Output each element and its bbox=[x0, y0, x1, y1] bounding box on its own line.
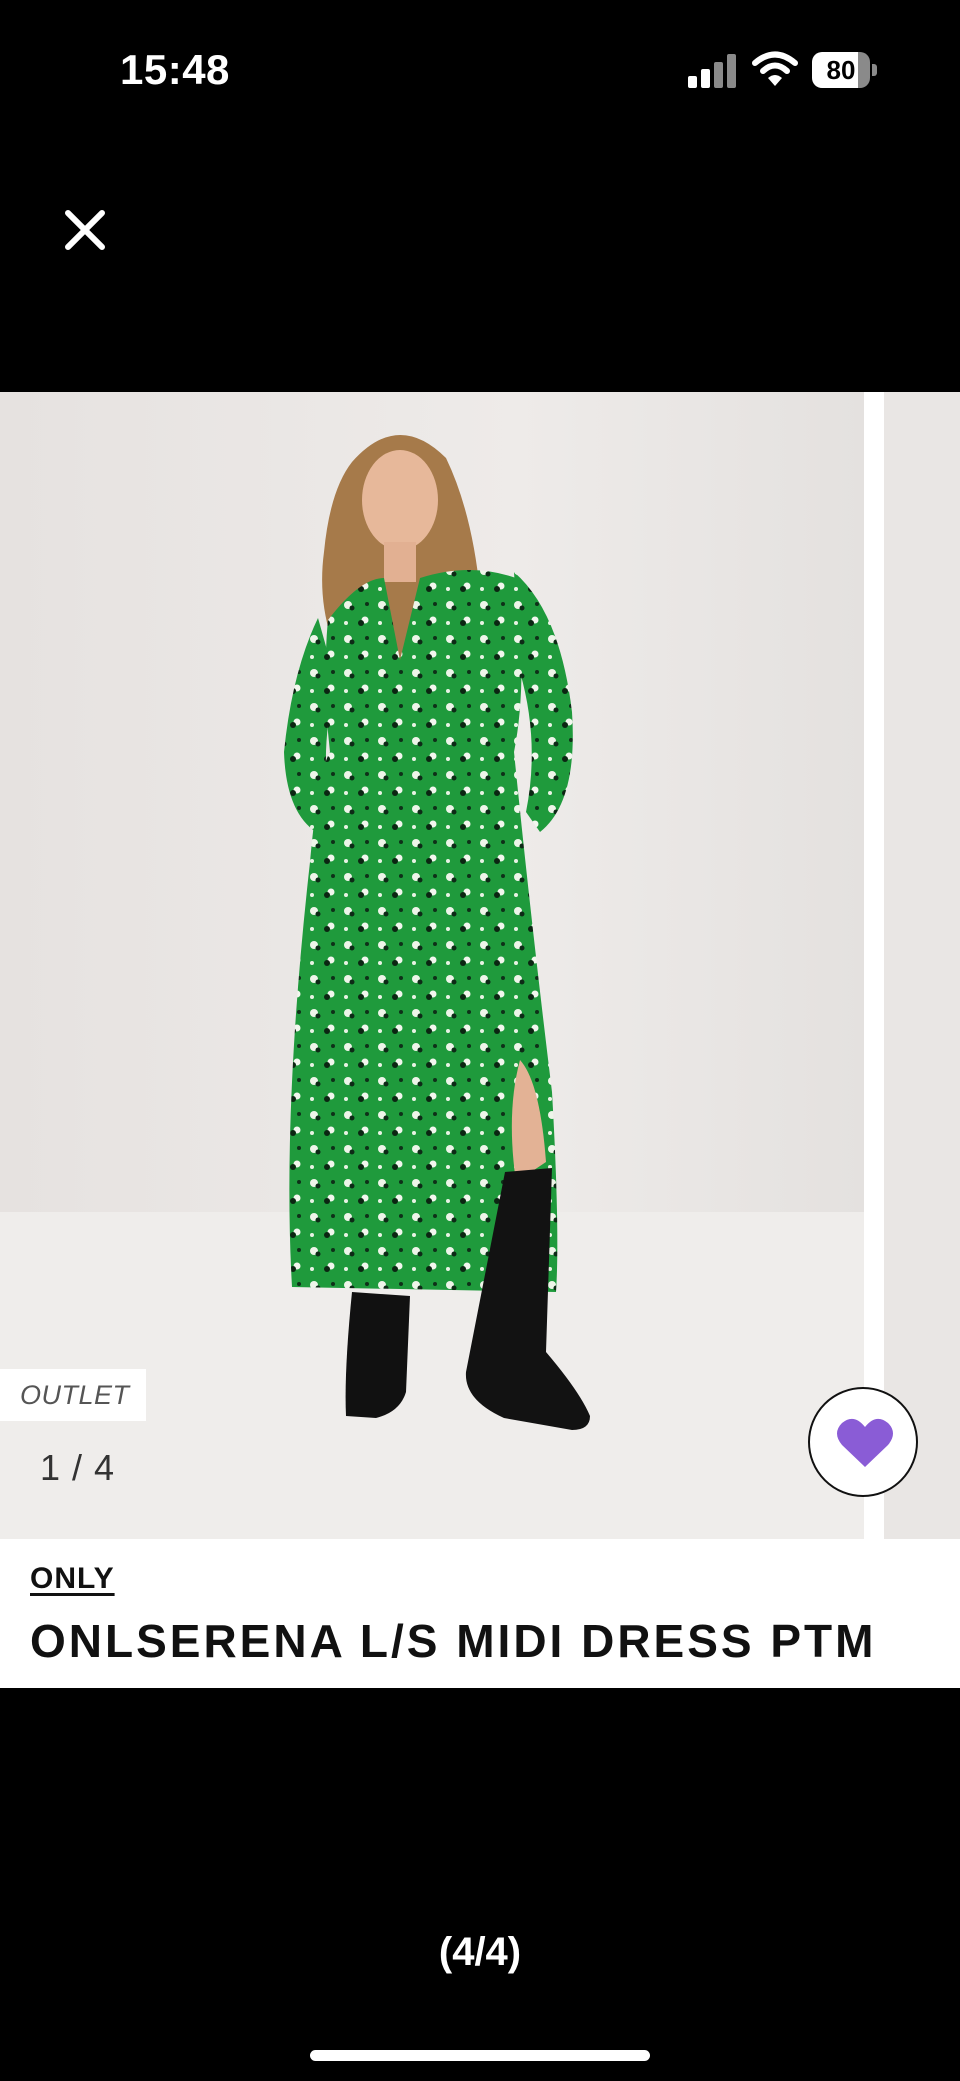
model-photo bbox=[0, 392, 864, 1539]
brand-link[interactable]: ONLY bbox=[30, 1562, 115, 1596]
next-image-peek[interactable] bbox=[884, 392, 960, 1539]
status-time: 15:48 bbox=[120, 46, 230, 93]
outlet-badge: OUTLET bbox=[0, 1369, 146, 1421]
image-counter: 1 / 4 bbox=[40, 1447, 116, 1488]
close-button[interactable] bbox=[60, 205, 110, 255]
battery-icon: 80 bbox=[812, 52, 878, 88]
home-indicator[interactable] bbox=[310, 2050, 650, 2061]
wifi-icon bbox=[752, 51, 798, 86]
battery-level: 80 bbox=[826, 55, 856, 85]
cellular-signal-icon bbox=[688, 54, 736, 88]
product-image[interactable] bbox=[0, 392, 864, 1539]
favorite-button[interactable] bbox=[808, 1387, 918, 1497]
product-card: OUTLET 1 / 4 ONLY ONLSERENA L/S MIDI DRE… bbox=[0, 392, 960, 1688]
status-bar: 15:48 80 bbox=[0, 0, 960, 140]
heart-icon bbox=[837, 1418, 893, 1467]
close-icon bbox=[65, 210, 105, 250]
page-indicator: (4/4) bbox=[438, 1930, 522, 1974]
product-title: ONLSERENA L/S MIDI DRESS PTM bbox=[30, 1615, 877, 1667]
image-divider bbox=[864, 392, 884, 1539]
